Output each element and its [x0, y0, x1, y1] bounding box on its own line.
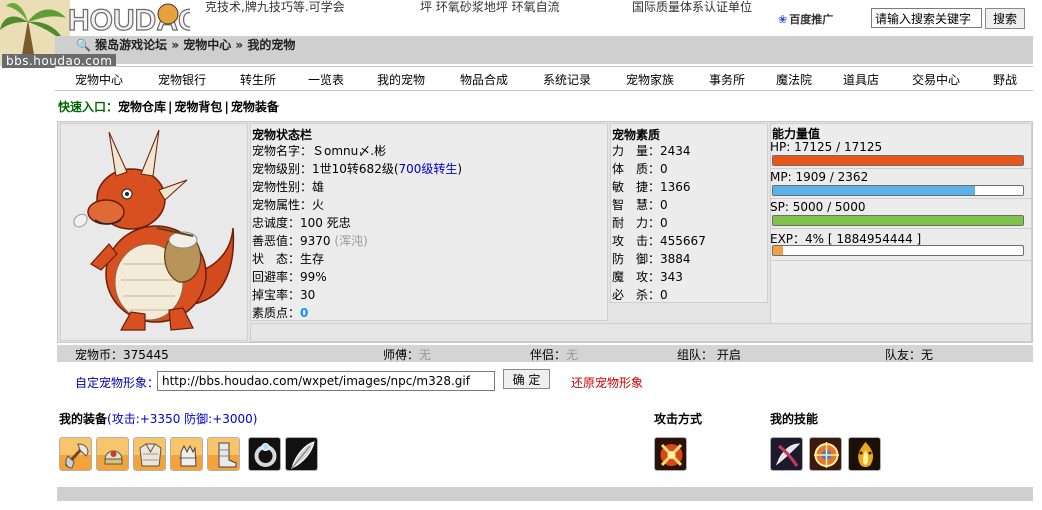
breadcrumb[interactable]: 🔍 猴岛游戏论坛 » 宠物中心 » 我的宠物: [76, 36, 295, 53]
exp-bar: [772, 245, 1024, 256]
info-strip: 宠物币：375445 师傅：无 伴侣：无 组队： 开启 队友：无: [57, 345, 1033, 362]
partner-info: 伴侣：无: [530, 348, 579, 362]
fire-skill-icon[interactable]: [848, 437, 881, 471]
equipment-summary: (攻击:+3350 防御:+3000): [107, 412, 258, 426]
quality-row-critical: 必 杀：0: [612, 288, 668, 302]
attack-skill-icon[interactable]: [654, 437, 687, 471]
quality-row-attack: 攻 击：455667: [612, 234, 706, 248]
master-info: 师傅：无: [383, 348, 432, 362]
status-row-evasion: 回避率：99%: [252, 270, 327, 284]
status-row-element: 宠物属性：火: [252, 198, 325, 212]
status-row-level: 宠物级别：1世10转682级(700级转生): [252, 162, 463, 176]
quality-row-defense: 防 御：3884: [612, 252, 691, 266]
custom-image-url-input[interactable]: [157, 371, 495, 391]
quality-row-strength: 力 量：2434: [612, 144, 691, 158]
status-row-karma: 善恶值：9370 (浑沌): [252, 234, 368, 248]
quick-link-equipment[interactable]: 宠物装备: [231, 100, 279, 114]
nav-trade-center[interactable]: 交易中心: [912, 71, 960, 88]
footer-band: [57, 487, 1033, 501]
sp-label: SP: 5000 / 5000: [770, 200, 866, 214]
quality-row-magic-attack: 魔 攻：343: [612, 270, 683, 284]
gauntlet-icon[interactable]: [170, 437, 203, 471]
status-row-gender: 宠物性别：雄: [252, 180, 325, 194]
restore-image-link[interactable]: 还原宠物形象: [571, 374, 643, 391]
breadcrumb-text[interactable]: 猴岛游戏论坛 » 宠物中心 » 我的宠物: [95, 38, 295, 52]
baidu-promo[interactable]: ❀ 百度推广: [778, 11, 833, 27]
custom-image-label: 自定宠物形象：: [75, 376, 160, 390]
nav-system-log[interactable]: 系统记录: [543, 71, 591, 88]
search-input[interactable]: [871, 8, 982, 28]
nav-rebirth[interactable]: 转生所: [240, 71, 276, 88]
page: HOUDAO 克技术,牌九技巧等.可学会 坪 环氧砂浆地坪 环氧自流 国际质量体…: [0, 0, 1042, 510]
nav-pet-family[interactable]: 宠物家族: [626, 71, 674, 88]
nav-item-shop[interactable]: 道具店: [843, 71, 879, 88]
quality-title: 宠物素质: [612, 128, 661, 142]
quick-entry-label: 快速入口：: [58, 100, 119, 114]
nav-magic-academy[interactable]: 魔法院: [776, 71, 812, 88]
skills-title: 我的技能: [770, 412, 819, 426]
ad-link-1[interactable]: 克技术,牌九技巧等.可学会: [205, 0, 345, 15]
magnifier-icon: 🔍: [76, 38, 91, 52]
dragon-pet-image: [73, 129, 235, 331]
panel-footer-row: [250, 323, 1032, 342]
mp-label: MP: 1909 / 2362: [770, 170, 869, 184]
rebirth-link[interactable]: 700级转生: [399, 162, 458, 176]
attack-title: 攻击方式: [654, 412, 703, 426]
nav-overview[interactable]: 一览表: [308, 71, 344, 88]
blade-skill-icon[interactable]: [770, 437, 803, 471]
confirm-button[interactable]: 确 定: [503, 369, 550, 389]
hp-bar: [772, 155, 1024, 166]
ad-link-3[interactable]: 国际质量体系认证单位: [632, 0, 752, 15]
nav-synthesis[interactable]: 物品合成: [460, 71, 508, 88]
ring-icon[interactable]: [248, 437, 281, 471]
axe-icon[interactable]: [59, 437, 92, 471]
team-info: 组队： 开启: [677, 348, 741, 362]
status-row-state: 状 态：生存: [252, 252, 325, 266]
helmet-icon[interactable]: [96, 437, 129, 471]
nav-my-pet[interactable]: 我的宠物: [377, 71, 425, 88]
pet-portrait: [60, 123, 248, 341]
wheel-skill-icon[interactable]: [809, 437, 842, 471]
main-nav: 宠物中心 宠物银行 转生所 一览表 我的宠物 物品合成 系统记录 宠物家族 事务…: [55, 66, 1035, 91]
nav-office[interactable]: 事务所: [709, 71, 745, 88]
armor-icon[interactable]: [133, 437, 166, 471]
equipment-title: 我的装备(攻击:+3350 防御:+3000): [59, 412, 258, 426]
quality-row-constitution: 体 质：0: [612, 162, 668, 176]
baidu-label: 百度推广: [789, 13, 834, 26]
right-margin: [1033, 36, 1042, 510]
teammate-info: 队友：无: [885, 348, 934, 362]
quick-link-warehouse[interactable]: 宠物仓库: [118, 100, 166, 114]
search-button[interactable]: 搜索: [985, 8, 1025, 29]
boots-icon[interactable]: [207, 437, 240, 471]
status-row-loyalty: 忠诚度：100 死忠: [252, 216, 351, 230]
ad-link-2[interactable]: 坪 环氧砂浆地坪 环氧自流: [420, 0, 560, 15]
mp-bar: [772, 185, 1024, 196]
quality-row-agility: 敏 捷：1366: [612, 180, 691, 194]
status-row-attribute-points: 素质点：0: [252, 306, 309, 320]
header: HOUDAO 克技术,牌九技巧等.可学会 坪 环氧砂浆地坪 环氧自流 国际质量体…: [0, 0, 1042, 66]
nav-pet-center[interactable]: 宠物中心: [75, 71, 123, 88]
sp-bar: [772, 215, 1024, 226]
nav-pet-bank[interactable]: 宠物银行: [158, 71, 206, 88]
status-row-drop-rate: 掉宝率：30: [252, 288, 316, 302]
quick-link-backpack[interactable]: 宠物背包: [174, 100, 222, 114]
hp-label: HP: 17125 / 17125: [770, 140, 883, 154]
pet-coins: 宠物币：375445: [75, 348, 169, 362]
paw-icon: ❀: [778, 13, 788, 26]
feather-icon[interactable]: [285, 437, 318, 471]
status-title: 宠物状态栏: [252, 128, 313, 142]
quality-row-endurance: 耐 力：0: [612, 216, 668, 230]
nav-field-battle[interactable]: 野战: [993, 71, 1017, 88]
quality-row-wisdom: 智 慧：0: [612, 198, 668, 212]
quick-entry: 快速入口：宠物仓库 | 宠物背包 | 宠物装备: [58, 100, 279, 114]
status-row-name: 宠物名字：Ｓomnu〆.彬: [252, 144, 387, 158]
